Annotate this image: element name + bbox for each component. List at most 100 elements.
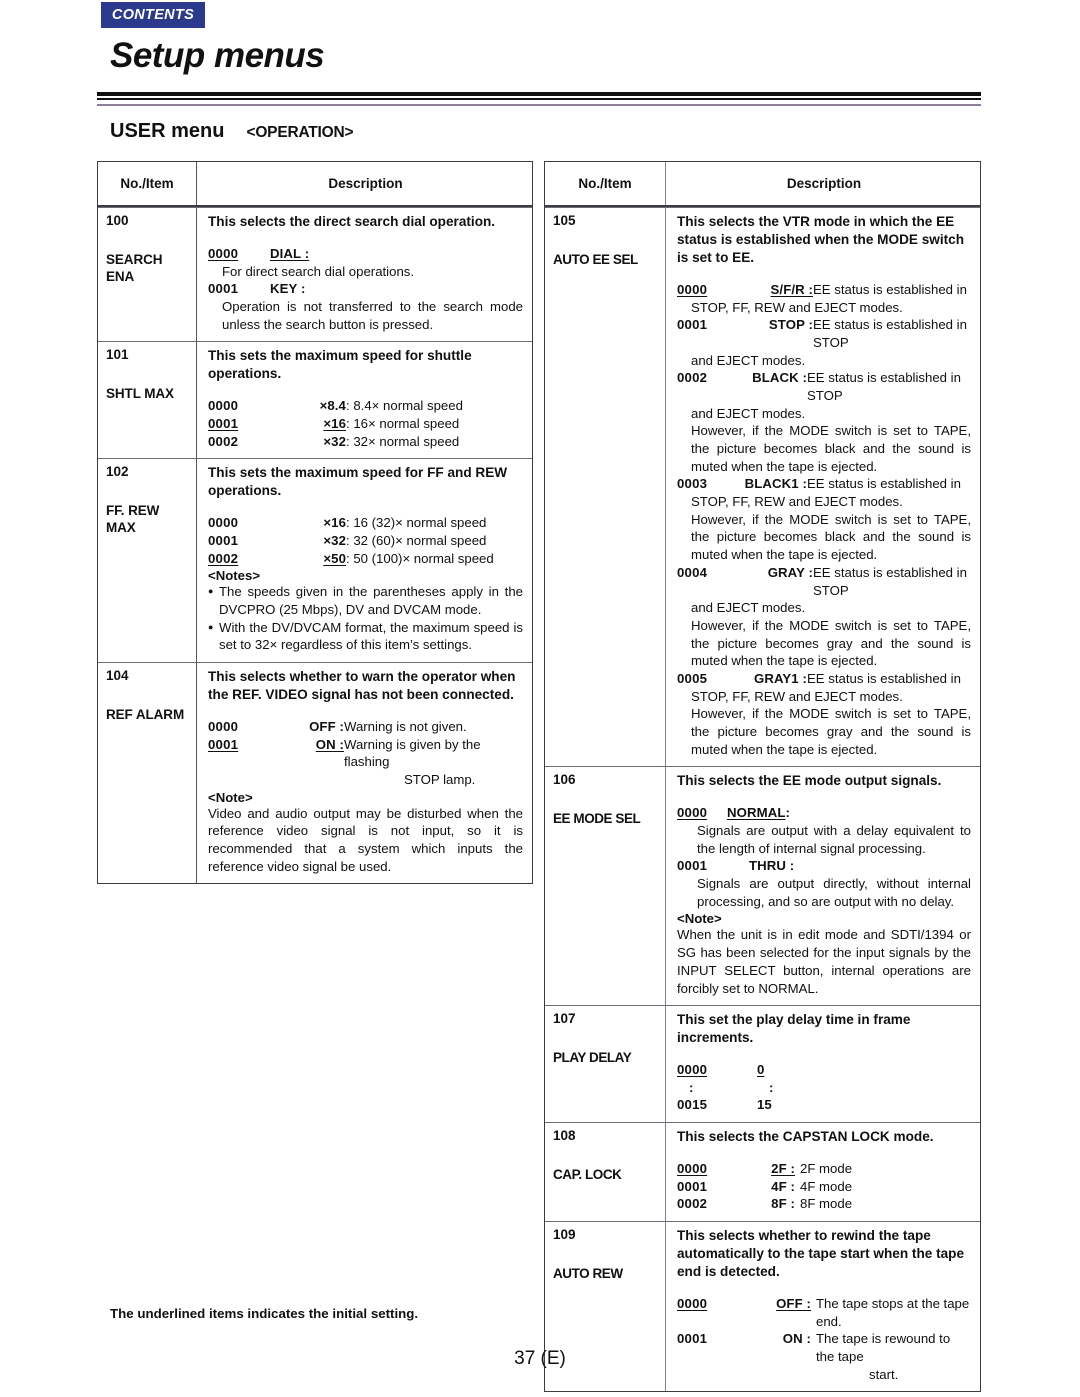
row-description-cell: This selects the CAPSTAN LOCK mode. 0000… — [666, 1123, 980, 1221]
description-heading: This selects the CAPSTAN LOCK mode. — [677, 1129, 934, 1145]
option-text: The tape stops at the tape end. — [816, 1295, 970, 1329]
option-code: 0001 — [208, 532, 239, 548]
description-heading: This selects the VTR mode in which the E… — [677, 214, 965, 265]
option-line: 0000 0 — [677, 1061, 971, 1079]
row-description-cell: This set the play delay time in frame in… — [666, 1006, 980, 1122]
option-code: 0001 — [208, 281, 239, 297]
option-symbol: ×16 — [323, 415, 346, 431]
column-header-no-item: No./Item — [545, 162, 666, 205]
option-line: 0001 KEY : — [208, 280, 523, 298]
option-code: 0001 — [677, 317, 708, 333]
setting-item-name: EE MODE SEL — [553, 811, 641, 827]
option-text: : 16 (32)× normal speed — [346, 515, 487, 531]
bullet-icon: ● — [208, 586, 214, 597]
option-code: 0001 — [677, 1331, 708, 1347]
option-text: : 50 (100)× normal speed — [346, 550, 494, 566]
option-label: ON : — [782, 1331, 811, 1347]
option-line: 0002 ×32 : 32× normal speed — [208, 433, 523, 451]
option-list: 0000 ×8.4 : 8.4× normal speed 0001 ×16 :… — [208, 397, 523, 450]
table-row: 106 EE MODE SEL This selects the EE mode… — [545, 766, 980, 1006]
setting-number: 106 — [553, 772, 576, 788]
section-title-main: USER menu — [110, 120, 225, 142]
setting-item-name: CAP. LOCK — [553, 1167, 622, 1182]
option-text: 2F mode — [800, 1161, 853, 1177]
option-text: Warning is not given. — [344, 718, 467, 734]
setting-number: 109 — [553, 1227, 576, 1243]
row-description-cell: This sets the maximum speed for shuttle … — [197, 342, 532, 458]
row-description-cell: This selects whether to warn the operato… — [197, 663, 532, 883]
option-label: OFF : — [309, 718, 344, 734]
option-line: 0000 2F : 2F mode — [677, 1160, 971, 1178]
option-text: : 32 (60)× normal speed — [346, 532, 487, 548]
header-rule — [97, 92, 981, 106]
option-value-ellipsis: : — [769, 1079, 774, 1095]
option-colon: : — [785, 805, 790, 821]
note-text: The speeds given in the parentheses appl… — [219, 584, 523, 617]
option-symbol: ×8.4 — [319, 398, 346, 414]
option-list: 0000 S/F/R : EE status is established in… — [677, 281, 971, 759]
row-no-item-cell: 104 REF ALARM — [98, 663, 197, 884]
description-heading: This selects whether to rewind the tape … — [677, 1228, 965, 1279]
option-label: 8F : — [771, 1196, 795, 1212]
setting-number: 101 — [106, 347, 129, 363]
option-label: DIAL : — [270, 245, 310, 261]
setting-item-name: REF ALARM — [106, 706, 185, 722]
option-code: 0000 — [208, 515, 239, 531]
column-header-description: Description — [786, 176, 862, 191]
option-text: Signals are output with a delay equivale… — [697, 823, 971, 856]
option-code: 0000 — [677, 1062, 708, 1078]
note-heading: <Note> — [208, 789, 253, 805]
option-line: 0005 GRAY1 : EE status is established in — [677, 670, 971, 688]
setting-item-name: AUTO REW — [553, 1266, 623, 1281]
description-heading: This sets the maximum speed for shuttle … — [208, 348, 472, 382]
option-code: 0000 — [677, 1161, 708, 1177]
description-heading: This selects the EE mode output signals. — [677, 773, 942, 789]
option-text: Signals are output directly, without int… — [697, 876, 971, 909]
option-value: 0 — [757, 1062, 765, 1078]
option-line: 0001 ×16 : 16× normal speed — [208, 415, 523, 433]
section-title-sub: <OPERATION> — [246, 124, 354, 141]
row-no-item-cell: 101 SHTL MAX — [98, 342, 197, 459]
setting-number: 107 — [553, 1011, 576, 1027]
option-code: 0002 — [208, 550, 239, 566]
page-number: 37 (E) — [514, 1348, 566, 1369]
row-description-cell: This selects the VTR mode in which the E… — [666, 208, 980, 766]
description-heading: This selects whether to warn the operato… — [208, 669, 516, 702]
option-text: : 16× normal speed — [346, 415, 460, 431]
option-value: 15 — [757, 1097, 772, 1113]
option-list: 0000 DIAL : For direct search dial opera… — [208, 245, 523, 333]
option-code: 0000 — [677, 1295, 708, 1311]
note-bullet: ● With the DV/DVCAM format, the maximum … — [208, 619, 523, 654]
option-text: EE status is established in STOP — [813, 564, 967, 598]
option-code: 0000 — [677, 281, 708, 297]
row-no-item-cell: 100 SEARCH ENA — [98, 208, 197, 342]
row-no-item-cell: 102 FF. REW MAX — [98, 459, 197, 662]
bullet-icon: ● — [208, 621, 214, 632]
row-no-item-cell: 106 EE MODE SEL — [545, 767, 666, 1006]
option-list: 0000 ×16 : 16 (32)× normal speed 0001 ×3… — [208, 514, 523, 567]
option-code: 0015 — [677, 1097, 708, 1113]
row-description-cell: This sets the maximum speed for FF and R… — [197, 459, 532, 662]
option-label: GRAY1 : — [754, 670, 807, 686]
table-header-row: No./Item Description — [545, 162, 980, 207]
option-code-ellipsis: : — [689, 1079, 694, 1095]
setting-item-name: SHTL MAX — [106, 386, 174, 402]
setting-item-name: SEARCH ENA — [106, 251, 163, 284]
option-note: However, if the MODE switch is set to TA… — [691, 423, 971, 474]
contents-badge[interactable]: CONTENTS — [101, 2, 205, 28]
option-text: EE status is established in — [813, 281, 967, 297]
option-text: For direct search dial operations. — [222, 263, 415, 279]
table-row: 108 CAP. LOCK This selects the CAPSTAN L… — [545, 1122, 980, 1222]
option-line: 0000 OFF : Warning is not given. — [208, 718, 523, 736]
table-row: 104 REF ALARM This selects whether to wa… — [98, 662, 532, 884]
option-code: 0005 — [677, 670, 708, 686]
option-text-continued: STOP, FF, REW and EJECT modes. — [691, 688, 903, 704]
rule-thin — [97, 98, 981, 100]
page-title: Setup menus — [110, 36, 325, 75]
setting-item-name: FF. REW MAX — [106, 503, 160, 536]
option-text: : 32× normal speed — [346, 433, 460, 449]
option-symbol: ×50 — [323, 550, 346, 566]
option-code: 0004 — [677, 564, 708, 580]
option-code: 0000 — [208, 245, 239, 261]
option-note: However, if the MODE switch is set to TA… — [691, 706, 971, 757]
